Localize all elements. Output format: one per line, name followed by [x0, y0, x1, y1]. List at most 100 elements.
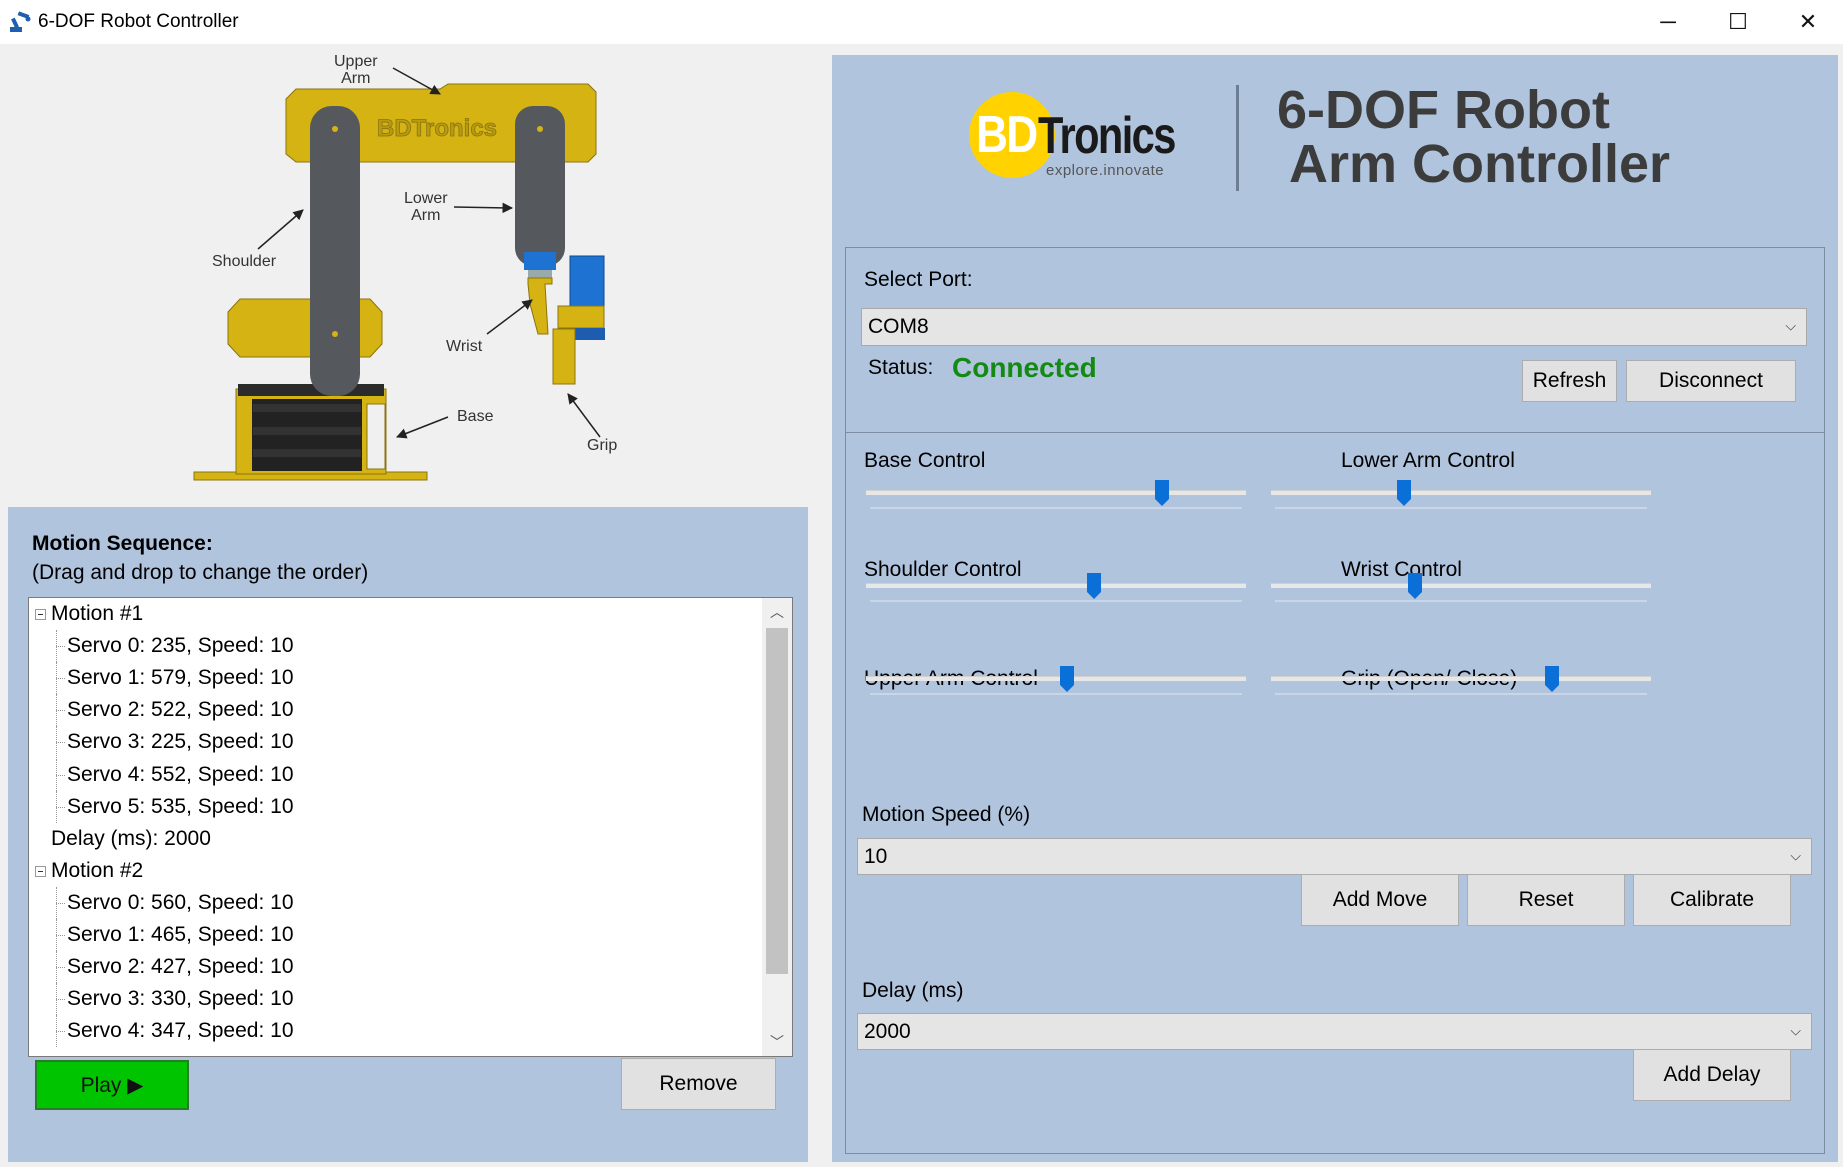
tree-connector [56, 1015, 57, 1048]
header-divider [1236, 85, 1239, 191]
slider-label-lower-arm: Lower Arm Control [1341, 449, 1515, 472]
remove-button[interactable]: Remove [621, 1058, 776, 1110]
refresh-button[interactable]: Refresh [1522, 360, 1617, 402]
slider-track[interactable] [1271, 676, 1651, 681]
reset-button[interactable]: Reset [1467, 874, 1625, 926]
tree-leaf[interactable]: Servo 4: 552, Speed: 10 [67, 759, 294, 791]
slider-track[interactable] [866, 583, 1246, 588]
motion-sequence-tree[interactable]: Motion #1 Servo 0: 235, Speed: 10 Servo 1:… [28, 597, 793, 1057]
slider-tick-bar [1275, 693, 1647, 695]
app-heading-line1: 6-DOF Robot [1277, 80, 1610, 140]
tree-item-label: Servo 1: 465, Speed: 10 [67, 923, 294, 946]
slider-label-base: Base Control [864, 449, 986, 472]
tree-leaf[interactable]: Servo 2: 522, Speed: 10 [67, 694, 294, 726]
play-button[interactable]: Play ▶ [35, 1060, 189, 1110]
slider-thumb[interactable] [1059, 665, 1075, 693]
tree-item-label: Servo 1: 579, Speed: 10 [67, 666, 294, 690]
slider-tick-bar [870, 600, 1242, 602]
tree-leaf[interactable]: Servo 5: 535, Speed: 10 [67, 791, 294, 823]
tree-connector [56, 1031, 65, 1033]
chevron-down-icon: ⌵ [1790, 1022, 1801, 1039]
add-move-button[interactable]: Add Move [1301, 874, 1459, 926]
wrist-label: Wrist [446, 338, 483, 355]
motion-sequence-hint: (Drag and drop to change the order) [32, 561, 369, 584]
tree-connector [56, 886, 57, 919]
tree-node[interactable]: Delay (ms): 2000 [51, 823, 211, 855]
calibrate-button[interactable]: Calibrate [1633, 874, 1791, 926]
slider-tick-bar [1275, 507, 1647, 509]
scroll-thumb[interactable] [766, 628, 788, 974]
tree-item-label: Servo 4: 552, Speed: 10 [67, 762, 294, 786]
tree-leaf[interactable]: Servo 0: 235, Speed: 10 [67, 630, 294, 662]
select-port-label: Select Port: [864, 268, 973, 291]
minimize-button[interactable]: ─ [1633, 0, 1703, 44]
disconnect-button[interactable]: Disconnect [1626, 360, 1796, 402]
upper-arm-label: Upper Arm [334, 53, 378, 87]
chevron-down-icon: ⌵ [1785, 317, 1796, 334]
tree-leaf[interactable]: Servo 1: 579, Speed: 10 [67, 662, 294, 694]
slider-thumb[interactable] [1086, 572, 1102, 600]
tree-item-label: Servo 5: 535, Speed: 10 [67, 794, 294, 818]
tree-node[interactable]: Motion #2 [51, 855, 143, 887]
tree-item-label: Servo 0: 235, Speed: 10 [67, 634, 294, 658]
tree-leaf[interactable]: Servo 2: 427, Speed: 10 [67, 951, 294, 983]
tree-item-label: Servo 2: 522, Speed: 10 [67, 698, 294, 722]
motion-speed-value: 10 [864, 844, 888, 868]
motion-speed-select[interactable]: 10 ⌵ [857, 838, 1812, 875]
robot-arm-illustration: BDTronics [193, 67, 605, 481]
tree-connector [56, 758, 57, 791]
tree-leaf[interactable]: Servo 1: 465, Speed: 10 [67, 919, 294, 951]
tree-connector [56, 806, 65, 808]
port-select-value: COM8 [868, 315, 929, 338]
header-area: BD Tronics explore.innovate 6-DOF Robot … [832, 55, 1838, 245]
scroll-down-icon[interactable]: ﹀ [762, 1028, 792, 1056]
tree-item-label: Motion #2 [51, 858, 144, 882]
grip-label: Grip [587, 437, 618, 454]
close-button[interactable]: ✕ [1773, 0, 1843, 44]
lower-arm-label: Lower Arm [404, 190, 448, 224]
status-value: Connected [952, 352, 1097, 383]
tree-item-label: Servo 3: 330, Speed: 10 [67, 987, 294, 1011]
slider-label-wrist: Wrist Control [1341, 558, 1462, 581]
tree-item-label: Motion #1 [51, 602, 144, 625]
slider-track[interactable] [866, 490, 1246, 495]
tree-connector [56, 662, 57, 695]
delay-value: 2000 [864, 1019, 911, 1043]
tree-connector [56, 999, 65, 1001]
slider-thumb[interactable] [1544, 665, 1560, 693]
tree-leaf[interactable]: Servo 3: 225, Speed: 10 [67, 726, 294, 758]
slider-thumb[interactable] [1407, 572, 1423, 600]
tree-leaf[interactable]: Servo 4: 347, Speed: 10 [67, 1015, 294, 1047]
logo-bd-text: BD [976, 106, 1038, 164]
slider-tick-bar [870, 693, 1242, 695]
scroll-up-icon[interactable]: ︿ [762, 598, 792, 626]
port-select[interactable]: COM8 ⌵ [861, 308, 1807, 346]
robot-arm-diagram: BDTronics Upper Arm Lower Arm Shoulder W… [0, 44, 810, 504]
window-title: 6-DOF Robot Controller [38, 11, 239, 32]
tree-connector [56, 726, 57, 759]
tree-connector [56, 630, 57, 663]
collapse-icon[interactable] [35, 865, 46, 877]
slider-thumb[interactable] [1154, 479, 1170, 507]
tree-scrollbar[interactable]: ︿ ﹀ [762, 598, 792, 1056]
svg-text:BDTronics: BDTronics [377, 115, 497, 142]
base-label: Base [457, 408, 494, 425]
tree-connector [56, 774, 65, 776]
add-delay-button[interactable]: Add Delay [1633, 1049, 1791, 1101]
motion-sequence-title: Motion Sequence: [32, 532, 213, 555]
slider-thumb[interactable] [1396, 479, 1412, 507]
slider-track[interactable] [1271, 583, 1651, 588]
tree-item-label: Servo 0: 560, Speed: 10 [67, 890, 294, 914]
slider-track[interactable] [866, 676, 1246, 681]
tree-connector [56, 710, 65, 712]
tree-item-label: Delay (ms): 2000 [51, 826, 211, 850]
tree-leaf[interactable]: Servo 0: 560, Speed: 10 [67, 887, 294, 919]
collapse-icon[interactable] [35, 609, 46, 620]
delay-label: Delay (ms) [862, 979, 964, 1002]
motion-speed-label: Motion Speed (%) [862, 803, 1031, 826]
slider-track[interactable] [1271, 490, 1651, 495]
tree-leaf[interactable]: Servo 3: 330, Speed: 10 [67, 983, 294, 1015]
delay-select[interactable]: 2000 ⌵ [857, 1013, 1812, 1050]
tree-node[interactable]: Motion #1 [51, 598, 143, 630]
maximize-button[interactable]: ☐ [1703, 0, 1773, 44]
